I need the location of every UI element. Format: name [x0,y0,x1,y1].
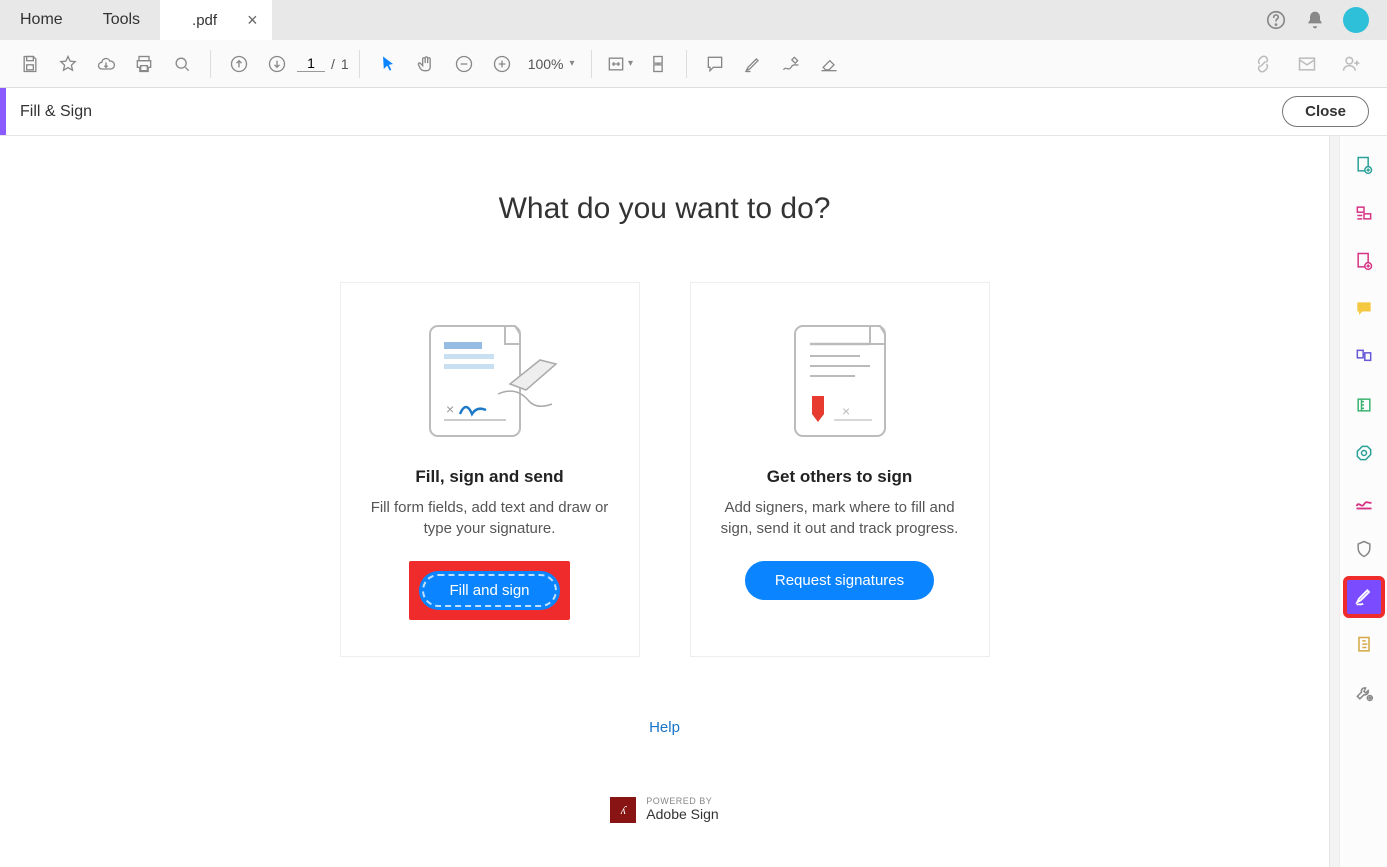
fill-sign-illustration: × [405,309,575,449]
page-number-input[interactable] [297,55,325,72]
main-toolbar: / 1 100% ▾ ▾ [0,40,1387,88]
help-link[interactable]: Help [0,719,1329,736]
cloud-icon[interactable] [88,46,124,82]
email-icon[interactable] [1289,46,1325,82]
powered-brand: Adobe Sign [646,806,718,822]
request-signatures-button[interactable]: Request signatures [745,561,934,600]
rail-compress-icon[interactable] [1345,386,1383,424]
zoom-value: 100% [528,56,564,72]
request-sign-illustration: × [755,309,925,449]
tool-title: Fill & Sign [20,103,92,121]
comment-icon[interactable] [697,46,733,82]
card-request-desc: Add signers, mark where to fill and sign… [711,497,969,539]
draw-icon[interactable] [773,46,809,82]
rail-sign-icon[interactable] [1345,482,1383,520]
content-area: What do you want to do? × [0,136,1329,867]
page-total: 1 [341,56,349,72]
notifications-icon[interactable] [1305,10,1325,30]
tab-document[interactable]: .pdf × [160,0,272,40]
zoom-in-icon[interactable] [484,46,520,82]
rail-more-tools-icon[interactable] [1345,674,1383,712]
erase-icon[interactable] [811,46,847,82]
page-separator: / [331,56,335,72]
scrollbar[interactable] [1329,136,1339,867]
tool-header: Fill & Sign Close [0,88,1387,136]
tab-document-label: .pdf [192,12,217,29]
svg-text:×: × [446,401,454,417]
rail-export-icon[interactable] [1345,626,1383,664]
pointer-icon[interactable] [370,46,406,82]
card-fill-desc: Fill form fields, add text and draw or t… [361,497,619,539]
rail-edit-pdf-icon[interactable] [1345,242,1383,280]
star-icon[interactable] [50,46,86,82]
page-down-icon[interactable] [259,46,295,82]
highlight-fill-button: Fill and sign [409,561,569,620]
close-button[interactable]: Close [1282,96,1369,127]
tab-home[interactable]: Home [0,0,83,40]
card-fill-title: Fill, sign and send [415,467,563,487]
rail-protect-icon[interactable] [1345,530,1383,568]
card-request-title: Get others to sign [767,467,912,487]
zoom-dropdown[interactable]: 100% ▾ [522,56,581,72]
tab-tools[interactable]: Tools [83,0,160,40]
adobe-sign-badge-icon: ʎ [610,797,636,823]
card-fill-sign: × Fill, sign and send Fill form fields, … [340,282,640,657]
rail-organize-icon[interactable] [1345,338,1383,376]
print-icon[interactable] [126,46,162,82]
add-person-icon[interactable] [1333,46,1369,82]
scroll-mode-icon[interactable] [640,46,676,82]
page-heading: What do you want to do? [0,192,1329,226]
card-request-sign: × Get others to sign Add signers, mark w… [690,282,990,657]
zoom-out-icon[interactable] [446,46,482,82]
tool-accent-bar [0,88,6,135]
rail-fill-sign-icon[interactable] [1345,578,1383,616]
rail-combine-icon[interactable] [1345,194,1383,232]
svg-text:×: × [842,403,850,419]
page-indicator: / 1 [297,55,349,72]
powered-by: ʎ POWERED BY Adobe Sign [0,796,1329,824]
rail-comment-icon[interactable] [1345,290,1383,328]
search-icon[interactable] [164,46,200,82]
help-icon[interactable] [1265,9,1287,31]
save-icon[interactable] [12,46,48,82]
tools-rail [1339,136,1387,867]
powered-label: POWERED BY [646,796,718,806]
user-avatar[interactable] [1343,7,1369,33]
rail-create-pdf-icon[interactable] [1345,146,1383,184]
highlight-icon[interactable] [735,46,771,82]
link-icon[interactable] [1245,46,1281,82]
hand-icon[interactable] [408,46,444,82]
fit-width-icon[interactable]: ▾ [602,46,638,82]
rail-redact-icon[interactable] [1345,434,1383,472]
chevron-down-icon: ▾ [570,58,575,69]
fill-and-sign-button[interactable]: Fill and sign [419,571,559,610]
page-up-icon[interactable] [221,46,257,82]
tab-bar: Home Tools .pdf × [0,0,1387,40]
tab-close-icon[interactable]: × [247,10,258,31]
